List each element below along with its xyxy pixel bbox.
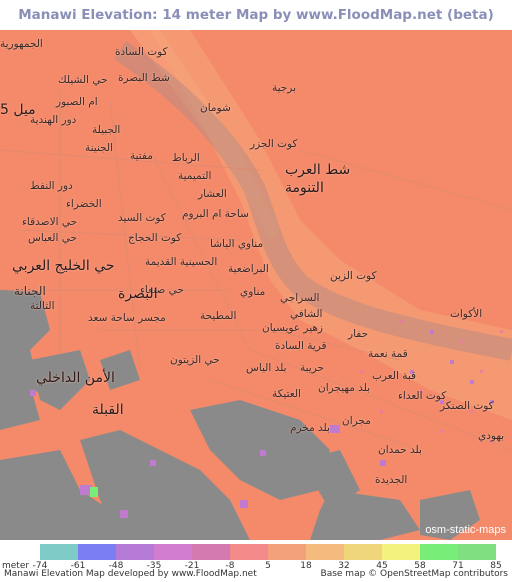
place-label: بلد حمدان	[378, 444, 422, 456]
place-label: كوت السيد	[118, 212, 166, 224]
place-label: بهودي	[478, 430, 505, 442]
footer-credit: Manawi Elevation Map developed by www.Fl…	[4, 569, 257, 579]
place-label: الجبيلة	[92, 124, 121, 136]
place-label: حي الشيلك	[58, 74, 108, 86]
place-label: الحسينية القديمة	[145, 256, 218, 268]
place-label: مجسر ساحة سعد	[88, 312, 166, 324]
place-label: دور النفط	[30, 180, 73, 192]
place-label: ام الصبور	[56, 96, 98, 108]
place-label: زهير عويسيان	[262, 322, 323, 334]
place-label: شط العرب	[285, 162, 351, 178]
place-label: دور الهندية	[30, 114, 77, 126]
place-label: الأمن الداخلي	[36, 370, 115, 386]
place-label: حي الخليج العربي	[12, 258, 115, 274]
legend-swatch	[268, 544, 306, 560]
footer-basemap-credit: Base map © OpenStreetMap contributors	[320, 569, 508, 579]
place-label: المطيحة	[200, 310, 237, 322]
place-label: قرية السادة	[275, 340, 327, 352]
place-label: مناوي الباشا	[210, 238, 264, 250]
place-label: الجنانة	[14, 284, 46, 298]
place-label: كوت السادة	[115, 46, 168, 58]
place-label: الأكوات	[450, 308, 483, 320]
place-label: 5 ميل	[0, 102, 36, 118]
place-label: حفار	[348, 328, 369, 340]
place-label: بلد مهيجران	[318, 382, 371, 394]
elevation-map[interactable]: كوت السادة شط البصرة برجية شومان شط العر…	[0, 30, 512, 540]
place-label: التنومة	[285, 180, 324, 196]
legend-swatch	[344, 544, 382, 560]
place-label: برجية	[272, 82, 297, 94]
elevation-legend: meter -74 -61 -48 -35 -21 -8 5 18 32 45 58 71 85	[0, 540, 512, 571]
legend-swatch	[192, 544, 230, 560]
place-label: حي الزيتون	[170, 354, 220, 366]
place-label: كوت الحجاج	[128, 232, 182, 244]
place-label: السراجي	[280, 292, 320, 304]
map-attribution: osm-static-maps	[425, 524, 506, 536]
place-label: مفتية	[130, 150, 153, 162]
legend-swatch	[420, 544, 458, 560]
footer: Manawi Elevation Map developed by www.Fl…	[0, 569, 512, 582]
legend-swatch	[154, 544, 192, 560]
place-label: الشافي	[290, 308, 323, 320]
place-label: بلد مخرم	[290, 422, 330, 434]
place-label: قمة نعمة	[368, 348, 408, 360]
legend-swatch	[40, 544, 78, 560]
place-label: كوت الزين	[330, 270, 377, 282]
legend-swatch	[382, 544, 420, 560]
place-label: الخضراء	[66, 198, 102, 210]
place-label: حريبة	[300, 362, 325, 374]
place-label: الجنينة	[85, 142, 114, 154]
place-label: الجديدة	[375, 474, 408, 486]
page-title: Manawi Elevation: 14 meter Map by www.Fl…	[18, 7, 494, 23]
place-label: البصرة	[118, 286, 158, 302]
legend-swatch	[116, 544, 154, 560]
place-label: مجران	[342, 415, 371, 427]
place-label: الجمهورية	[0, 38, 43, 50]
legend-swatches	[40, 544, 496, 560]
place-label: العشار	[198, 188, 227, 200]
place-label: شط البصرة	[118, 72, 170, 84]
place-label: القبلة	[92, 402, 124, 418]
legend-swatch	[78, 544, 116, 560]
place-label: العتيكة	[272, 388, 301, 400]
place-label: الثالثة	[30, 300, 55, 312]
place-label: حي العباس	[28, 232, 77, 244]
place-label: البراضعية	[228, 263, 269, 275]
place-label: كوت العداء	[398, 390, 447, 402]
legend-swatch	[230, 544, 268, 560]
place-label: كوت الجزر	[250, 138, 298, 150]
place-label: الرباط	[172, 152, 200, 164]
legend-swatch	[306, 544, 344, 560]
place-label: التميمية	[178, 170, 212, 182]
place-label: شومان	[200, 102, 231, 114]
place-label: قبة العرب	[372, 370, 417, 382]
place-label: بلد الياس	[246, 362, 287, 374]
place-label: مناوي	[240, 286, 266, 298]
legend-swatch	[458, 544, 496, 560]
place-label: ساحة ام البروم	[182, 208, 249, 220]
place-label: حي الاصدقاء	[22, 216, 78, 228]
place-label: كوت الصنكر	[440, 400, 494, 412]
